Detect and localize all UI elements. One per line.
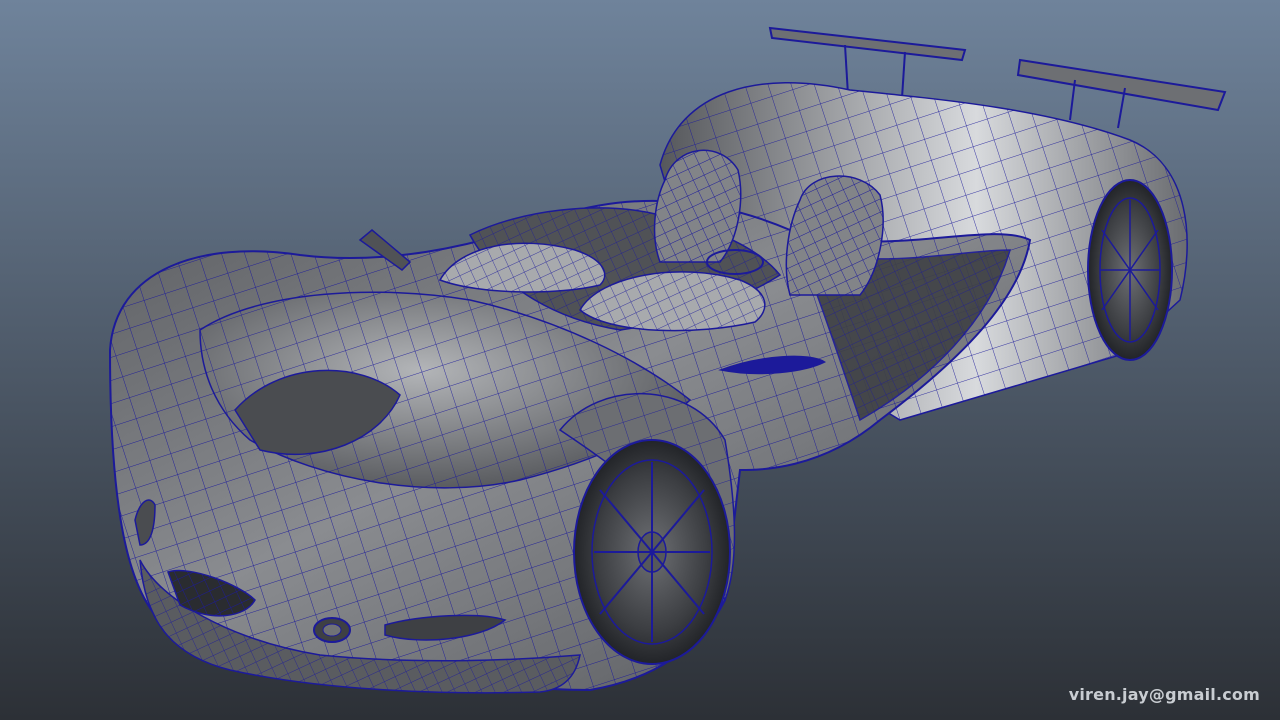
rear-wheel — [1087, 179, 1173, 361]
front-wheel — [573, 439, 731, 665]
viewport-3d[interactable]: viren.jay@gmail.com — [0, 0, 1280, 720]
author-watermark: viren.jay@gmail.com — [1068, 685, 1260, 704]
car-wireframe-render — [0, 0, 1280, 720]
